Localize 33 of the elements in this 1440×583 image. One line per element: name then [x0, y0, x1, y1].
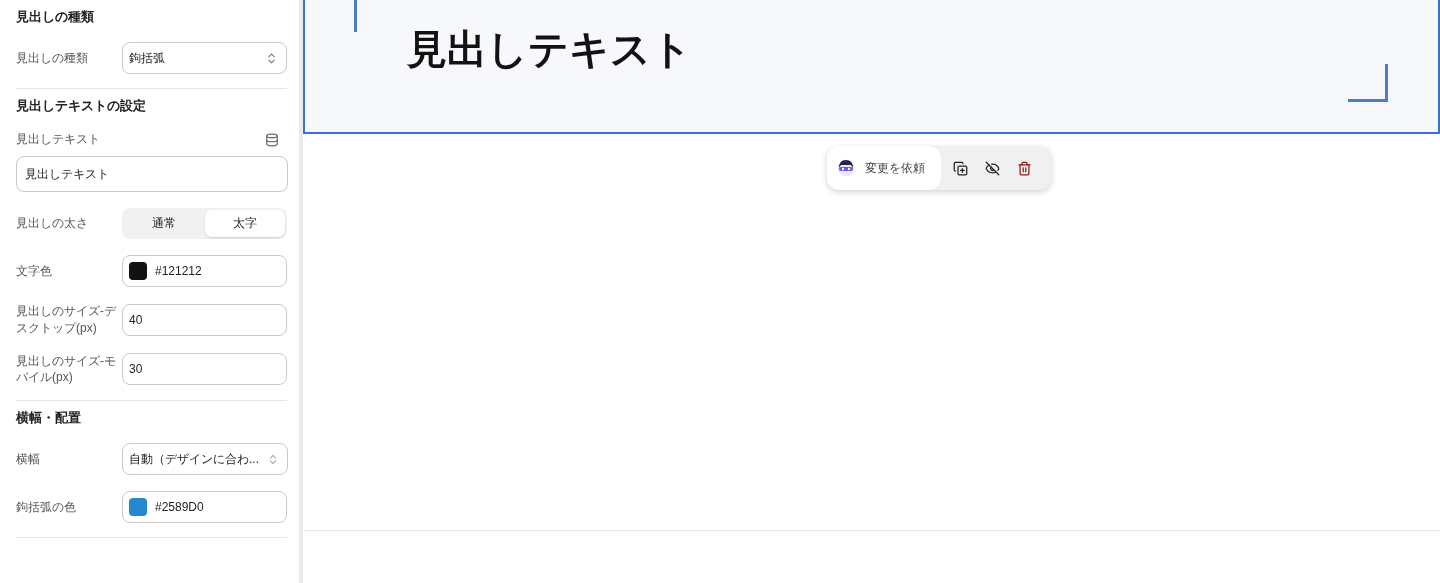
field-label: 文字色 [16, 262, 53, 280]
color-field[interactable]: #2589D0 [122, 491, 287, 524]
select-field[interactable]: 自動（デザインに合わ... [122, 443, 288, 476]
field-label: 見出しの太さ [16, 215, 89, 232]
bracket-line [354, 0, 357, 32]
chevron-icon [265, 51, 278, 65]
select-field[interactable]: 鉤括弧 [122, 42, 287, 74]
color-swatch[interactable] [129, 498, 147, 517]
avatar-icon [836, 159, 855, 177]
color-swatch[interactable] [129, 262, 147, 280]
preview-heading: 見出しテキスト [407, 26, 693, 73]
number-field[interactable]: 40 [122, 303, 287, 336]
field-label: 見出しのサイズ-デスクトップ(px) [16, 303, 116, 337]
segment-option[interactable]: 太字 [204, 210, 285, 237]
field-label: 横幅 [16, 450, 41, 468]
section-title: 横幅・配置 [16, 409, 82, 428]
copy-plus-icon [953, 160, 968, 176]
field-label: 見出しテキスト [16, 131, 100, 148]
field-label: 鉤括弧の色 [16, 498, 77, 516]
database-icon[interactable] [265, 132, 279, 147]
field-label: 見出しの種類 [16, 49, 89, 67]
chevron-icon [267, 452, 279, 466]
segment-option[interactable]: 通常 [124, 210, 205, 237]
request-change-button[interactable]: 変更を依頼 [826, 146, 941, 190]
number-field[interactable]: 30 [122, 353, 287, 386]
input-field[interactable]: 見出しテキスト [16, 156, 288, 192]
section-title: 見出しテキストの設定 [16, 97, 147, 115]
color-field[interactable]: #121212 [122, 255, 287, 287]
trash-icon [1017, 160, 1032, 176]
bracket-corner [1348, 64, 1388, 102]
section-title: 見出しの種類 [16, 8, 95, 26]
eye-off-icon [985, 160, 1000, 176]
field-label: 見出しのサイズ-モバイル(px) [16, 352, 116, 387]
